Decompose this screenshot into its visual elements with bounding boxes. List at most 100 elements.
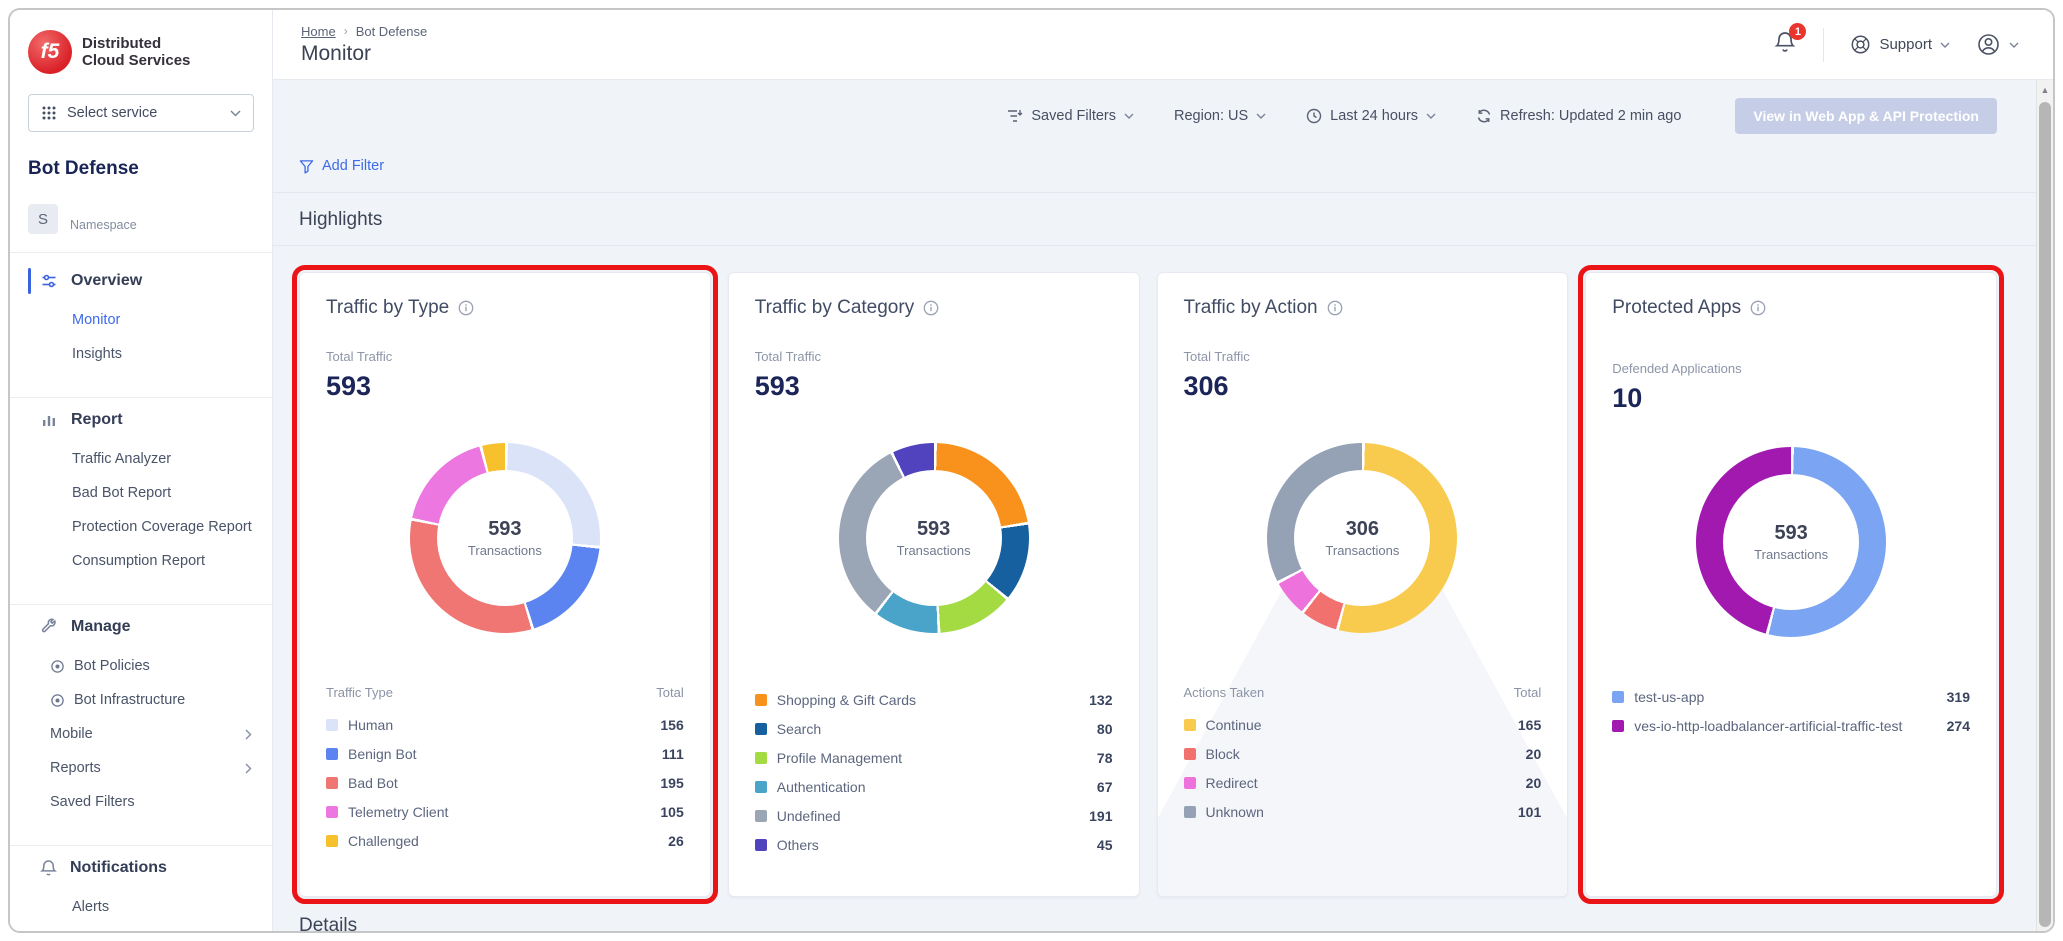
- info-icon[interactable]: [458, 300, 474, 316]
- grid-icon: [41, 105, 57, 121]
- add-filter-button[interactable]: Add Filter: [299, 158, 384, 174]
- metric-label: Total Traffic: [1184, 349, 1542, 364]
- legend-item[interactable]: ves-io-http-loadbalancer-artificial-traf…: [1612, 711, 1970, 740]
- sidebar-item-consumption-report[interactable]: Consumption Report: [10, 544, 272, 578]
- saved-filters-dropdown[interactable]: Saved Filters: [1007, 108, 1134, 124]
- sidebar-item-notifications[interactable]: Notifications: [10, 846, 272, 890]
- user-menu[interactable]: [1976, 32, 2019, 57]
- legend-item[interactable]: Shopping & Gift Cards132: [755, 685, 1113, 714]
- target-icon: [50, 659, 65, 674]
- namespace-selector[interactable]: S Namespace: [28, 204, 254, 234]
- legend-item[interactable]: Redirect20: [1184, 768, 1542, 797]
- app-window: f5 Distributed Cloud Services Select ser…: [8, 8, 2055, 933]
- legend-item[interactable]: Profile Management78: [755, 743, 1113, 772]
- sidebar-item-label: Manage: [71, 618, 131, 636]
- legend-item[interactable]: Human156: [326, 710, 684, 739]
- f5-logo-icon: f5: [28, 30, 72, 74]
- legend-swatch: [1612, 720, 1624, 732]
- sidebar-item-protection-coverage-report[interactable]: Protection Coverage Report: [10, 510, 272, 544]
- scrollbar-thumb[interactable]: [2039, 102, 2051, 927]
- sidebar-item-overview[interactable]: Overview: [10, 259, 272, 303]
- report-icon: [40, 411, 58, 429]
- sidebar-item-mobile[interactable]: Mobile: [10, 717, 272, 751]
- details-heading: Details: [299, 915, 1997, 931]
- legend-item[interactable]: Unknown101: [1184, 797, 1542, 826]
- namespace-initial-badge[interactable]: S: [28, 204, 58, 234]
- donut-chart[interactable]: 593 Transactions: [1696, 447, 1886, 637]
- donut-chart[interactable]: 593 Transactions: [839, 443, 1029, 633]
- legend-item[interactable]: Continue165: [1184, 710, 1542, 739]
- legend-item[interactable]: Authentication67: [755, 772, 1113, 801]
- legend-item[interactable]: Telemetry Client105: [326, 797, 684, 826]
- vertical-scrollbar[interactable]: ▲: [2036, 80, 2053, 931]
- sidebar-item-bot-infrastructure[interactable]: Bot Infrastructure: [10, 683, 272, 717]
- info-icon[interactable]: [923, 300, 939, 316]
- donut-chart[interactable]: 593 Transactions: [410, 443, 600, 633]
- select-service-dropdown[interactable]: Select service: [28, 94, 254, 132]
- target-icon: [50, 693, 65, 708]
- brand-line2: Cloud Services: [82, 52, 190, 69]
- time-range-dropdown[interactable]: Last 24 hours: [1306, 108, 1436, 124]
- donut-center-label: Transactions: [1325, 543, 1399, 558]
- metric-value: 10: [1612, 383, 1970, 414]
- legend-total-header: Total: [1514, 685, 1541, 700]
- info-icon[interactable]: [1327, 300, 1343, 316]
- highlights-heading: Highlights: [299, 209, 1997, 231]
- sidebar-item-manage[interactable]: Manage: [10, 605, 272, 649]
- donut-center-value: 593: [1774, 522, 1807, 545]
- sidebar-item-traffic-analyzer[interactable]: Traffic Analyzer: [10, 442, 272, 476]
- notifications-bell-button[interactable]: 1: [1773, 30, 1797, 59]
- region-dropdown[interactable]: Region: US: [1174, 108, 1266, 124]
- sidebar-item-insights[interactable]: Insights: [10, 337, 272, 371]
- donut-chart[interactable]: 306 Transactions: [1267, 443, 1457, 633]
- sidebar-item-bad-bot-report[interactable]: Bad Bot Report: [10, 476, 272, 510]
- sidebar-item-audit-logs[interactable]: Audit Logs: [10, 924, 272, 933]
- info-icon[interactable]: [1750, 300, 1766, 316]
- legend-item[interactable]: Benign Bot111: [326, 739, 684, 768]
- legend-swatch: [755, 694, 767, 706]
- legend-item[interactable]: Search80: [755, 714, 1113, 743]
- sidebar-item-reports[interactable]: Reports: [10, 751, 272, 785]
- legend-item[interactable]: Others45: [755, 830, 1113, 859]
- chevron-right-icon: [245, 763, 252, 774]
- top-bar: Home › Bot Defense Monitor 1: [273, 10, 2053, 80]
- donut-center-value: 306: [1346, 518, 1379, 541]
- legend-item[interactable]: Challenged26: [326, 826, 684, 855]
- legend-item[interactable]: Undefined191: [755, 801, 1113, 830]
- refresh-icon: [1476, 108, 1492, 124]
- sidebar-item-report[interactable]: Report: [10, 398, 272, 442]
- support-icon: [1850, 34, 1871, 55]
- scrollbar-up-arrow[interactable]: ▲: [2037, 80, 2053, 100]
- legend-item[interactable]: Block20: [1184, 739, 1542, 768]
- legend-item[interactable]: Bad Bot195: [326, 768, 684, 797]
- legend: test-us-app319 ves-io-http-loadbalancer-…: [1612, 682, 1970, 740]
- refresh-button[interactable]: Refresh: Updated 2 min ago: [1476, 108, 1681, 124]
- highlights-cards: Traffic by Type Total Traffic 593 593 Tr…: [299, 272, 1997, 897]
- metric-value: 306: [1184, 371, 1542, 402]
- breadcrumb-home-link[interactable]: Home: [301, 24, 336, 39]
- divider: [1823, 28, 1824, 62]
- sidebar-item-label: Report: [71, 411, 123, 429]
- sidebar-item-alerts[interactable]: Alerts: [10, 890, 272, 924]
- sidebar-item-monitor[interactable]: Monitor: [10, 303, 272, 337]
- chevron-down-icon: [1426, 113, 1436, 119]
- content-area: Saved Filters Region: US Last 24 hours: [273, 80, 2053, 931]
- chevron-right-icon: [245, 729, 252, 740]
- chevron-down-icon: [1124, 113, 1134, 119]
- filter-lines-icon: [1007, 109, 1023, 123]
- support-menu[interactable]: Support: [1850, 34, 1950, 55]
- sidebar-item-bot-policies[interactable]: Bot Policies: [10, 649, 272, 683]
- filter-toolbar: Saved Filters Region: US Last 24 hours: [299, 98, 1997, 134]
- page-title: Monitor: [301, 42, 427, 66]
- namespace-label: Namespace: [70, 218, 137, 234]
- donut-center-value: 593: [917, 518, 950, 541]
- divider: [273, 192, 2053, 193]
- legend-swatch: [755, 752, 767, 764]
- sidebar-item-saved-filters[interactable]: Saved Filters: [10, 785, 272, 819]
- legend-item[interactable]: test-us-app319: [1612, 682, 1970, 711]
- view-in-waap-button[interactable]: View in Web App & API Protection: [1735, 98, 1997, 134]
- notification-count-badge: 1: [1789, 23, 1806, 40]
- legend-header: Traffic Type: [326, 685, 393, 700]
- card-title: Traffic by Type: [326, 297, 449, 319]
- card-protected-apps: Protected Apps Defended Applications 10 …: [1585, 272, 1997, 897]
